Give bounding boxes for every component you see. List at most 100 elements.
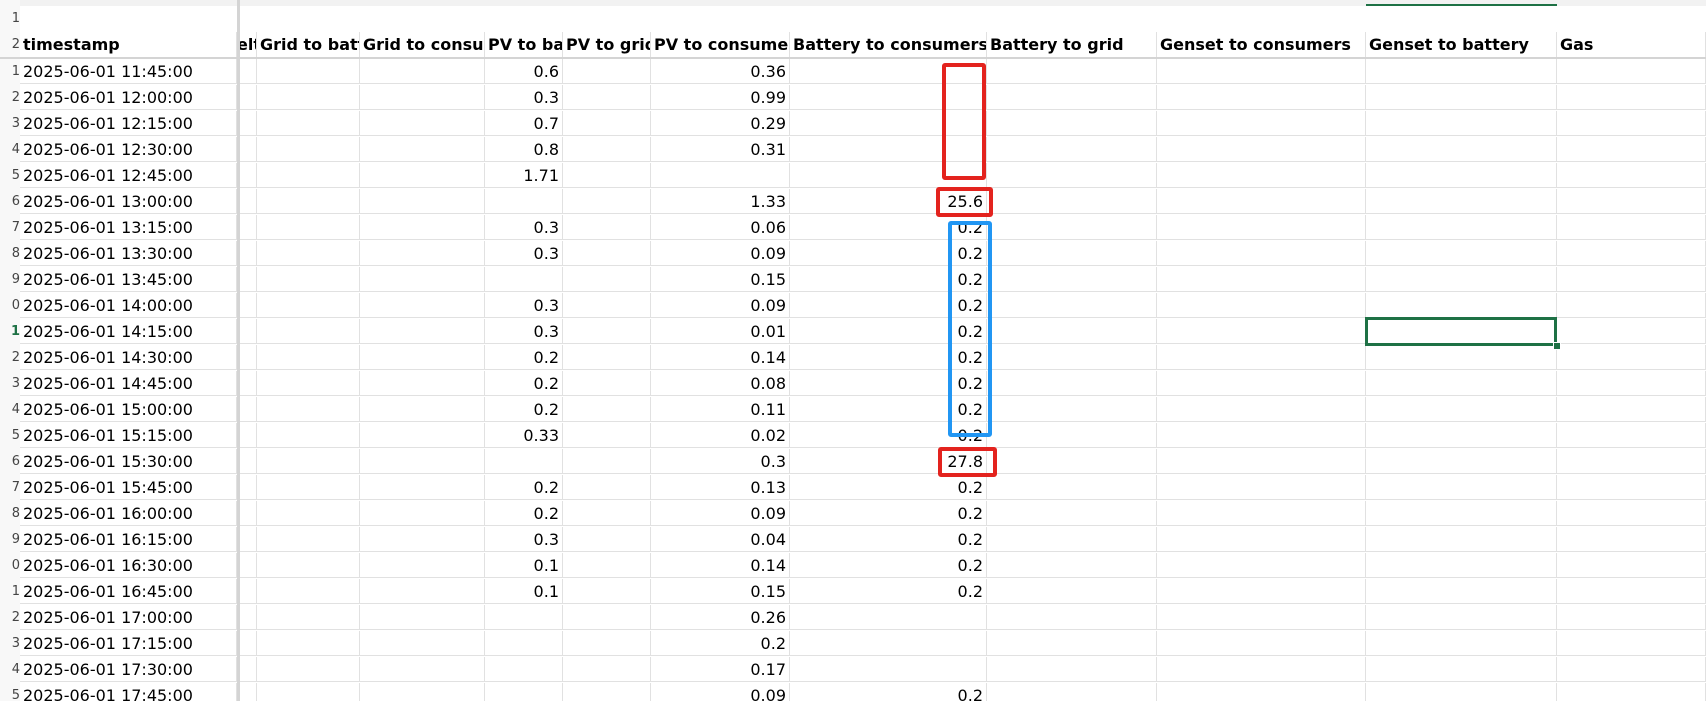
- row-number[interactable]: 4: [0, 397, 20, 423]
- pv-grid-cell[interactable]: [563, 449, 651, 474]
- selected-cell[interactable]: [1365, 317, 1557, 346]
- gas-cell[interactable]: [1557, 215, 1706, 240]
- batt-grid-cell[interactable]: [987, 241, 1157, 266]
- grid-batt-cell[interactable]: [257, 657, 360, 682]
- pv-cons-cell[interactable]: 0.36: [651, 59, 790, 84]
- gen-batt-cell[interactable]: [1366, 371, 1557, 396]
- elt-cell[interactable]: [237, 501, 257, 526]
- pv-batt-cell[interactable]: [485, 189, 563, 214]
- pv-batt-cell[interactable]: [485, 605, 563, 630]
- row-number[interactable]: 2: [0, 32, 20, 58]
- header-pv-cons[interactable]: PV to consumer: [651, 32, 790, 57]
- row-number[interactable]: 1: [0, 59, 20, 85]
- timestamp-cell[interactable]: 2025-06-01 13:45:00: [20, 267, 237, 292]
- grid-batt-cell[interactable]: [257, 189, 360, 214]
- grid-cons-cell[interactable]: [360, 111, 485, 136]
- timestamp-cell[interactable]: 2025-06-01 13:30:00: [20, 241, 237, 266]
- batt-grid-cell[interactable]: [987, 475, 1157, 500]
- elt-cell[interactable]: [237, 475, 257, 500]
- grid-batt-cell[interactable]: [257, 553, 360, 578]
- grid-batt-cell[interactable]: [257, 501, 360, 526]
- pv-batt-cell[interactable]: 0.2: [485, 397, 563, 422]
- batt-grid-cell[interactable]: [987, 449, 1157, 474]
- pv-grid-cell[interactable]: [563, 553, 651, 578]
- batt-grid-cell[interactable]: [987, 163, 1157, 188]
- grid-cons-cell[interactable]: [360, 683, 485, 701]
- gen-batt-cell[interactable]: [1366, 85, 1557, 110]
- grid-cons-cell[interactable]: [360, 293, 485, 318]
- row-number[interactable]: 6: [0, 449, 20, 475]
- batt-grid-cell[interactable]: [987, 215, 1157, 240]
- gas-cell[interactable]: [1557, 605, 1706, 630]
- pv-grid-cell[interactable]: [563, 657, 651, 682]
- gas-cell[interactable]: [1557, 449, 1706, 474]
- batt-grid-cell[interactable]: [987, 605, 1157, 630]
- elt-cell[interactable]: [237, 215, 257, 240]
- elt-cell[interactable]: [237, 423, 257, 448]
- elt-cell[interactable]: [237, 267, 257, 292]
- pv-cons-cell[interactable]: 0.29: [651, 111, 790, 136]
- grid-cons-cell[interactable]: [360, 397, 485, 422]
- pv-grid-cell[interactable]: [563, 631, 651, 656]
- gen-cons-cell[interactable]: [1157, 319, 1366, 344]
- gen-batt-cell[interactable]: [1366, 397, 1557, 422]
- pv-cons-cell[interactable]: 0.04: [651, 527, 790, 552]
- gen-cons-cell[interactable]: [1157, 683, 1366, 701]
- grid-batt-cell[interactable]: [257, 397, 360, 422]
- gas-cell[interactable]: [1557, 423, 1706, 448]
- row-number[interactable]: 0: [0, 293, 20, 319]
- header-elt[interactable]: elt: [237, 32, 257, 57]
- pv-grid-cell[interactable]: [563, 215, 651, 240]
- batt-grid-cell[interactable]: [987, 111, 1157, 136]
- spreadsheet-grid[interactable]: 1 2 timestamp eltGrid to battGrid to con…: [0, 0, 1706, 701]
- gen-batt-cell[interactable]: [1366, 683, 1557, 701]
- grid-batt-cell[interactable]: [257, 345, 360, 370]
- grid-cons-cell[interactable]: [360, 475, 485, 500]
- grid-cons-cell[interactable]: [360, 59, 485, 84]
- pv-cons-cell[interactable]: 0.06: [651, 215, 790, 240]
- gen-batt-cell[interactable]: [1366, 59, 1557, 84]
- timestamp-cell[interactable]: 2025-06-01 14:45:00: [20, 371, 237, 396]
- elt-cell[interactable]: [237, 59, 257, 84]
- gas-cell[interactable]: [1557, 59, 1706, 84]
- header-pv-grid[interactable]: PV to grid: [563, 32, 651, 57]
- gen-cons-cell[interactable]: [1157, 345, 1366, 370]
- pv-cons-cell[interactable]: 0.15: [651, 267, 790, 292]
- grid-batt-cell[interactable]: [257, 267, 360, 292]
- gas-cell[interactable]: [1557, 553, 1706, 578]
- row-number[interactable]: 3: [0, 631, 20, 657]
- gen-batt-cell[interactable]: [1366, 657, 1557, 682]
- pv-grid-cell[interactable]: [563, 189, 651, 214]
- pv-grid-cell[interactable]: [563, 397, 651, 422]
- gen-cons-cell[interactable]: [1157, 605, 1366, 630]
- gas-cell[interactable]: [1557, 267, 1706, 292]
- row-number[interactable]: 2: [0, 345, 20, 371]
- pv-grid-cell[interactable]: [563, 371, 651, 396]
- pv-grid-cell[interactable]: [563, 683, 651, 701]
- pv-batt-cell[interactable]: 0.3: [485, 85, 563, 110]
- batt-grid-cell[interactable]: [987, 631, 1157, 656]
- row-number[interactable]: 2: [0, 85, 20, 111]
- timestamp-cell[interactable]: 2025-06-01 17:00:00: [20, 605, 237, 630]
- row-number[interactable]: 1: [0, 579, 20, 605]
- timestamp-cell[interactable]: 2025-06-01 16:30:00: [20, 553, 237, 578]
- gen-cons-cell[interactable]: [1157, 579, 1366, 604]
- batt-grid-cell[interactable]: [987, 683, 1157, 701]
- pv-batt-cell[interactable]: 0.8: [485, 137, 563, 162]
- grid-cons-cell[interactable]: [360, 423, 485, 448]
- pv-grid-cell[interactable]: [563, 163, 651, 188]
- timestamp-cell[interactable]: 2025-06-01 13:15:00: [20, 215, 237, 240]
- grid-cons-cell[interactable]: [360, 85, 485, 110]
- header-batt-grid[interactable]: Battery to grid: [987, 32, 1157, 57]
- pv-grid-cell[interactable]: [563, 423, 651, 448]
- gen-cons-cell[interactable]: [1157, 449, 1366, 474]
- row-number[interactable]: 7: [0, 215, 20, 241]
- gen-cons-cell[interactable]: [1157, 137, 1366, 162]
- timestamp-cell[interactable]: 2025-06-01 16:00:00: [20, 501, 237, 526]
- gen-cons-cell[interactable]: [1157, 501, 1366, 526]
- gas-cell[interactable]: [1557, 527, 1706, 552]
- pv-cons-cell[interactable]: 1.33: [651, 189, 790, 214]
- timestamp-cell[interactable]: 2025-06-01 13:00:00: [20, 189, 237, 214]
- row-number[interactable]: 9: [0, 527, 20, 553]
- batt-grid-cell[interactable]: [987, 85, 1157, 110]
